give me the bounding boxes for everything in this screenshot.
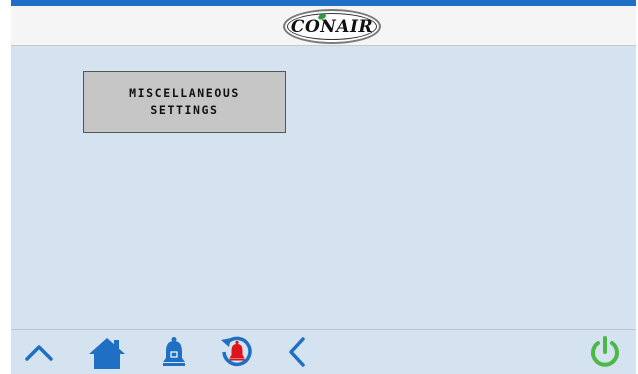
header-bar: CONAIR	[11, 6, 636, 46]
home-icon[interactable]	[88, 336, 126, 370]
footer-navbar	[11, 329, 636, 374]
miscellaneous-settings-button[interactable]: MISCELLANEOUS SETTINGS	[83, 71, 286, 133]
bell-icon[interactable]	[161, 336, 187, 368]
button-label-line2: SETTINGS	[150, 103, 219, 117]
left-frame	[0, 0, 11, 373]
main-panel: MISCELLANEOUS SETTINGS	[11, 46, 636, 329]
conair-logo: CONAIR	[283, 9, 381, 44]
alarm-history-icon[interactable]	[218, 334, 256, 370]
back-chevron-icon[interactable]	[287, 336, 307, 368]
power-icon[interactable]	[588, 335, 622, 369]
button-label-line1: MISCELLANEOUS	[129, 86, 240, 100]
chevron-up-icon[interactable]	[24, 342, 54, 362]
logo-text: CONAIR	[290, 16, 374, 37]
